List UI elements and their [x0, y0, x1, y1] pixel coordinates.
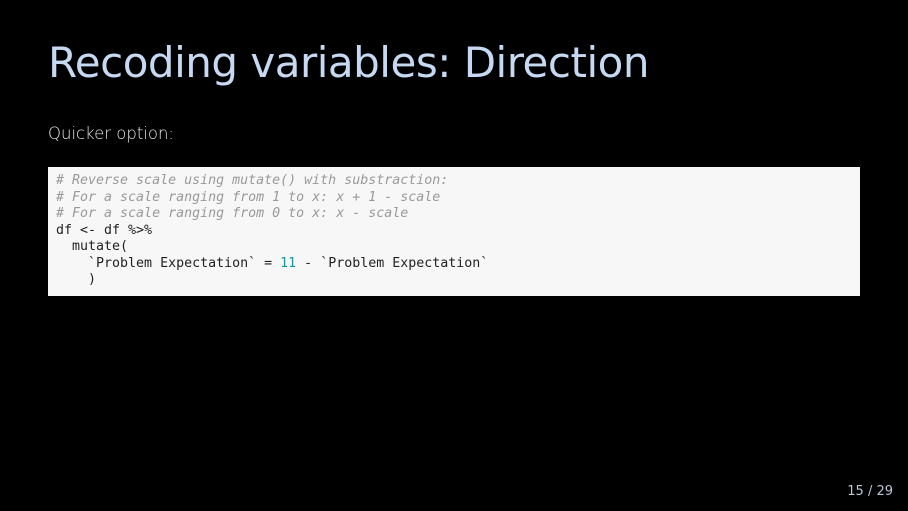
code-block: # Reverse scale using mutate() with subs… [48, 167, 860, 296]
code-comment: # Reverse scale using mutate() with subs… [56, 173, 449, 188]
lead-text: Quicker option: [48, 124, 174, 143]
code-comment: # For a scale ranging from 0 to x: x - s… [56, 206, 409, 221]
slide-title: Recoding variables: Direction [48, 38, 649, 87]
code-line: mutate( [56, 239, 129, 254]
page-number: 15 / 29 [847, 484, 893, 499]
code-line: - `Problem Expectation` [296, 255, 489, 271]
code-line: `Problem Expectation` = [56, 255, 281, 271]
code-line: ) [56, 272, 97, 287]
code-line: df <- df %>% [56, 222, 153, 238]
code-number: 11 [280, 255, 297, 271]
code-comment: # For a scale ranging from 1 to x: x + 1… [56, 189, 441, 205]
